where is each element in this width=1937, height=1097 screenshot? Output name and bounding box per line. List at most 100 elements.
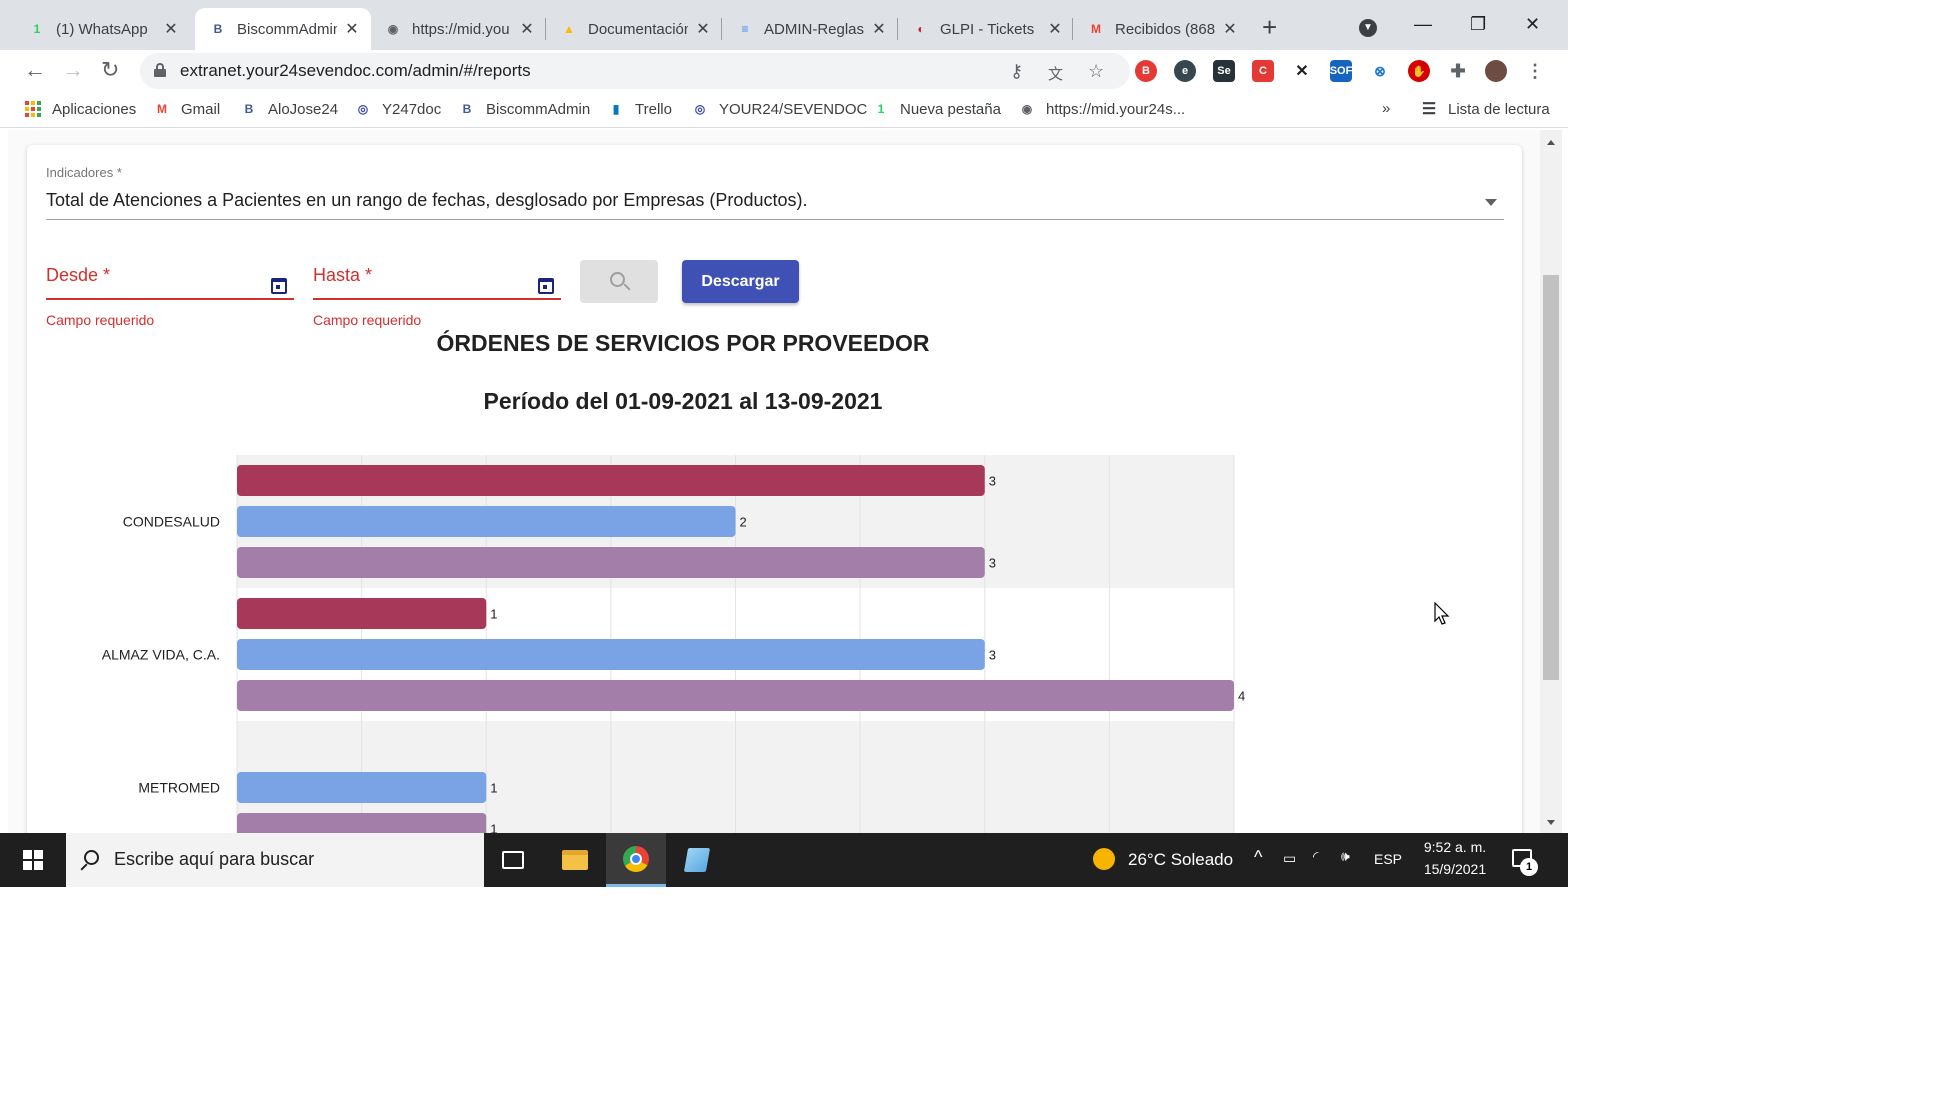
reading-list-button[interactable]: ☰ Lista de lectura bbox=[1420, 100, 1550, 119]
address-bar[interactable]: extranet.your24sevendoc.com/admin/#/repo… bbox=[140, 53, 1130, 89]
chevron-up-icon[interactable]: ^ bbox=[1254, 847, 1262, 868]
battery-icon[interactable]: ▭ bbox=[1283, 850, 1296, 867]
url-text[interactable]: extranet.your24sevendoc.com/admin/#/repo… bbox=[180, 61, 531, 81]
password-key-icon[interactable]: ⚷ bbox=[1010, 61, 1023, 82]
reload-icon[interactable]: ↻ bbox=[101, 58, 119, 82]
notes-app-button[interactable] bbox=[667, 833, 727, 887]
close-window-icon[interactable]: ✕ bbox=[1525, 14, 1540, 35]
chrome-taskbar-button[interactable] bbox=[606, 833, 666, 887]
calendar-icon[interactable] bbox=[538, 278, 554, 294]
browser-tab[interactable]: ◉ https://mid.you ✕ bbox=[370, 8, 546, 50]
bookmark-item[interactable]: ◉ https://mid.your24s... bbox=[1018, 100, 1185, 118]
restore-icon[interactable]: ❐ bbox=[1470, 14, 1486, 35]
data-label: 3 bbox=[989, 648, 996, 663]
globe-icon: ◉ bbox=[387, 22, 399, 36]
minimize-icon[interactable]: — bbox=[1414, 14, 1432, 35]
taskbar-search-placeholder[interactable]: Escribe aquí para buscar bbox=[114, 849, 314, 870]
wifi-icon[interactable]: ◜ bbox=[1313, 848, 1318, 865]
extension-icon[interactable]: ⊗ bbox=[1369, 60, 1391, 82]
browser-tab[interactable]: 1 (1) WhatsApp ✕ bbox=[14, 8, 190, 50]
new-tab-button[interactable]: + bbox=[1262, 14, 1277, 40]
calendar-icon[interactable] bbox=[271, 278, 287, 294]
bookmark-item[interactable]: B BiscommAdmin bbox=[458, 100, 591, 118]
adblock-icon[interactable]: ✋ bbox=[1408, 60, 1430, 82]
windows-start-icon[interactable] bbox=[0, 833, 66, 887]
download-button[interactable]: Descargar bbox=[682, 260, 799, 303]
forward-icon[interactable]: → bbox=[62, 58, 84, 82]
clock-date[interactable]: 15/9/2021 bbox=[1410, 861, 1500, 877]
indicator-select[interactable]: Total de Atenciones a Pacientes en un ra… bbox=[46, 190, 807, 211]
tab-close-icon[interactable]: ✕ bbox=[694, 19, 712, 39]
bookmark-item[interactable]: ▮ Trello bbox=[607, 100, 672, 118]
tab-close-icon[interactable]: ✕ bbox=[518, 19, 536, 39]
gmail-icon: M bbox=[1091, 22, 1101, 36]
sof-icon[interactable]: SOF bbox=[1330, 60, 1352, 82]
browser-tab[interactable]: ≡ ADMIN-Reglas ✕ bbox=[722, 8, 898, 50]
from-date-label: Desde * bbox=[46, 265, 111, 285]
browser-tab[interactable]: ◐ GLPI - Tickets ✕ bbox=[898, 8, 1074, 50]
chrome-menu-icon[interactable]: ⋮ bbox=[1524, 60, 1546, 82]
chart-title: ÓRDENES DE SERVICIOS POR PROVEEDOR bbox=[436, 330, 930, 356]
bookmark-star-icon[interactable]: ☆ bbox=[1088, 61, 1104, 82]
bookmarks-bar: Aplicaciones M Gmail B AloJose24 ◎ Y247doc B Bis… bbox=[0, 92, 1568, 128]
volume-icon[interactable]: 🕪 bbox=[1341, 848, 1350, 865]
biscomm-icon: B bbox=[213, 22, 223, 36]
tab-title: GLPI - Tickets bbox=[940, 20, 1035, 38]
scrollbar-thumb[interactable] bbox=[1543, 275, 1559, 680]
data-label: 4 bbox=[1238, 689, 1245, 704]
bookmark-item[interactable]: 1 Nueva pestaña bbox=[872, 100, 1001, 118]
bookmark-item[interactable]: M Gmail bbox=[153, 100, 220, 118]
bookmark-label: Aplicaciones bbox=[52, 100, 137, 118]
notepad-icon bbox=[683, 848, 711, 872]
bookmarks-overflow-icon[interactable]: » bbox=[1382, 100, 1390, 117]
selenium-icon[interactable]: Se bbox=[1213, 60, 1235, 82]
browser-tab[interactable]: B BiscommAdmin ✕ bbox=[195, 8, 371, 50]
browser-toolbar: ← → ↻ extranet.your24sevendoc.com/admin/… bbox=[0, 50, 1568, 92]
tab-search-icon[interactable]: ▼ bbox=[1359, 19, 1377, 37]
tab-close-icon[interactable]: ✕ bbox=[870, 19, 888, 39]
search-button[interactable] bbox=[580, 260, 658, 303]
vertical-scrollbar[interactable] bbox=[1540, 130, 1562, 833]
extensions-puzzle-icon[interactable]: ✚ bbox=[1447, 60, 1469, 82]
extension-icon[interactable]: ✕ bbox=[1291, 60, 1313, 82]
biscomm-icon: B bbox=[244, 102, 254, 116]
profile-avatar[interactable] bbox=[1485, 60, 1507, 82]
to-date-field[interactable]: Hasta * Campo requerido bbox=[313, 265, 561, 328]
bookmark-item[interactable]: Aplicaciones bbox=[24, 100, 136, 118]
tab-close-icon[interactable]: ✕ bbox=[343, 19, 361, 39]
lock-icon[interactable] bbox=[154, 63, 166, 77]
data-label: 3 bbox=[989, 474, 996, 489]
dropdown-arrow-icon[interactable] bbox=[1485, 199, 1497, 206]
bookmark-label: Nueva pestaña bbox=[900, 100, 1001, 118]
data-label: 3 bbox=[989, 556, 996, 571]
to-date-error: Campo requerido bbox=[313, 312, 422, 328]
browser-tab[interactable]: ▲ Documentación ✕ bbox=[546, 8, 722, 50]
sun-icon[interactable] bbox=[1093, 848, 1115, 870]
clock-time[interactable]: 9:52 a. m. bbox=[1410, 839, 1500, 855]
tab-close-icon[interactable]: ✕ bbox=[1046, 19, 1064, 39]
extension-icon[interactable]: C bbox=[1252, 60, 1274, 82]
translate-icon[interactable]: 文 bbox=[1048, 63, 1063, 84]
bookmark-item[interactable]: ◎ YOUR24/SEVENDOC bbox=[691, 100, 868, 118]
tab-close-icon[interactable]: ✕ bbox=[1221, 19, 1239, 39]
browser-tab[interactable]: M Recibidos (868) ✕ bbox=[1073, 8, 1249, 50]
bar bbox=[237, 465, 985, 496]
taskbar-search-box[interactable]: Escribe aquí para buscar bbox=[66, 833, 484, 887]
file-explorer-button[interactable] bbox=[545, 833, 605, 887]
extension-icon[interactable]: e bbox=[1174, 60, 1196, 82]
task-view-button[interactable] bbox=[483, 833, 543, 887]
bar bbox=[237, 772, 487, 803]
bookmark-item[interactable]: ◎ Y247doc bbox=[354, 100, 441, 118]
bookmark-item[interactable]: B AloJose24 bbox=[240, 100, 338, 118]
tab-close-icon[interactable]: ✕ bbox=[162, 19, 180, 39]
extension-icon[interactable]: B bbox=[1135, 60, 1157, 82]
task-view-icon bbox=[502, 851, 524, 869]
language-indicator[interactable]: ESP bbox=[1374, 851, 1402, 867]
scroll-up-icon[interactable] bbox=[1547, 140, 1555, 145]
scroll-down-icon[interactable] bbox=[1547, 820, 1555, 825]
weather-text[interactable]: 26°C Soleado bbox=[1128, 850, 1233, 870]
back-icon[interactable]: ← bbox=[24, 58, 46, 82]
data-label: 1 bbox=[490, 822, 497, 834]
from-date-field[interactable]: Desde * Campo requerido bbox=[46, 265, 294, 328]
data-label: 1 bbox=[490, 781, 497, 796]
